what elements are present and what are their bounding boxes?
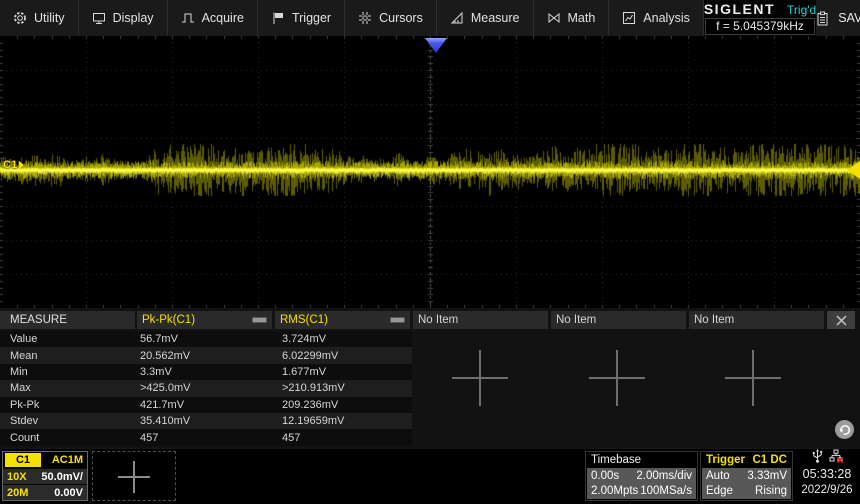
trigger-title: Trigger xyxy=(706,454,745,466)
status-bar: C1 AC1M 10X 50.0mV/ 20M 0.00V Timebase 0… xyxy=(0,448,860,504)
timebase-delay: 0.00s xyxy=(591,469,619,483)
menu-item-math[interactable]: Math xyxy=(534,0,610,36)
set-square-icon xyxy=(450,11,464,25)
trace-offset-arrow-icon xyxy=(19,161,24,169)
measure-close-button[interactable] xyxy=(827,311,855,329)
flag-icon xyxy=(271,11,285,25)
measure-column-5[interactable]: No Item xyxy=(689,311,824,329)
add-measurement-placeholder[interactable] xyxy=(725,350,781,406)
chart-icon xyxy=(622,11,636,25)
menu-item-measure[interactable]: Measure xyxy=(437,0,534,36)
monitor-icon xyxy=(92,11,106,25)
measure-row-min: Min3.3mV1.677mV xyxy=(0,364,412,380)
measure-row-max: Max>425.0mV>210.913mV xyxy=(0,380,412,396)
clipboard-save-icon xyxy=(816,11,829,26)
timebase-memory: 2.00Mpts xyxy=(591,484,638,498)
waveform-display: C1 xyxy=(0,36,860,308)
brand-block: SIGLENT Trig'd f = 5.045379kHz xyxy=(704,0,816,36)
measure-title: MEASURE xyxy=(0,311,135,329)
menu-item-cursors[interactable]: Cursors xyxy=(345,0,437,36)
menu-item-acquire[interactable]: Acquire xyxy=(168,0,258,36)
menu-item-display[interactable]: Display xyxy=(79,0,168,36)
trigger-frequency-readout: f = 5.045379kHz xyxy=(705,18,815,35)
channel-bandwidth: 20M xyxy=(7,487,28,499)
add-measurement-placeholder[interactable] xyxy=(452,350,508,406)
clock-time: 05:33:28 xyxy=(803,466,852,483)
bowtie-icon xyxy=(547,11,561,25)
remove-measurement-button[interactable] xyxy=(252,317,267,323)
trigger-level-value: 3.33mV xyxy=(747,469,787,483)
channel-coupling: AC1M xyxy=(52,454,83,466)
trigger-position-marker[interactable] xyxy=(425,38,447,53)
oscilloscope-screen: UtilityDisplayAcquireTriggerCursorsMeasu… xyxy=(0,0,860,504)
save-button[interactable]: SAVE xyxy=(816,0,860,36)
trigger-status-badge: Trig'd xyxy=(787,3,816,17)
timebase-scale: 2.00ms/div xyxy=(636,469,692,483)
timebase-title: Timebase xyxy=(591,454,641,466)
channel-badge: C1 xyxy=(5,453,41,467)
menu-bar: UtilityDisplayAcquireTriggerCursorsMeasu… xyxy=(0,0,860,36)
add-channel-button[interactable] xyxy=(92,451,176,501)
pulse-icon xyxy=(181,11,195,25)
measure-row-stdev: Stdev35.410mV12.19659mV xyxy=(0,413,412,429)
menu-item-analysis[interactable]: Analysis xyxy=(609,0,704,36)
menu-item-utility[interactable]: Utility xyxy=(0,0,79,36)
trigger-source: C1 DC xyxy=(752,454,787,466)
measure-header-row: MEASURE Pk-Pk(C1)RMS(C1)No ItemNo ItemNo… xyxy=(0,311,860,329)
gear-icon xyxy=(13,11,27,25)
measure-panel: MEASURE Pk-Pk(C1)RMS(C1)No ItemNo ItemNo… xyxy=(0,308,860,448)
lan-disconnected-icon xyxy=(829,449,843,468)
measure-table: Value56.7mV3.724mVMean20.562mV6.02299mVM… xyxy=(0,331,412,446)
close-icon xyxy=(836,315,847,326)
crosshair-icon xyxy=(358,11,372,25)
trigger-level-marker[interactable] xyxy=(847,161,860,179)
channel-probe: 10X xyxy=(7,471,27,483)
plus-icon xyxy=(118,461,150,493)
clock-date: 2022/9/26 xyxy=(801,483,852,498)
measure-column-2[interactable]: RMS(C1) xyxy=(275,311,410,329)
remove-measurement-button[interactable] xyxy=(390,317,405,323)
save-label: SAVE xyxy=(838,11,860,25)
status-clock: 05:33:28 2022/9/26 xyxy=(797,450,857,502)
siglent-logo: SIGLENT xyxy=(704,1,775,17)
waveform-canvas[interactable] xyxy=(0,36,860,308)
channel-trace-label[interactable]: C1 xyxy=(3,159,24,171)
measure-column-1[interactable]: Pk-Pk(C1) xyxy=(137,311,272,329)
trigger-mode: Auto xyxy=(706,469,730,483)
measure-row-pk-pk: Pk-Pk421.7mV209.236mV xyxy=(0,397,412,413)
history-icon[interactable] xyxy=(835,420,854,439)
timebase-box[interactable]: Timebase 0.00s 2.00ms/div 2.00Mpts100MSa/… xyxy=(585,451,698,501)
channel-offset: 0.00V xyxy=(54,487,83,499)
measure-row-value: Value56.7mV3.724mV xyxy=(0,331,412,347)
channel-scale: 50.0mV/ xyxy=(41,471,83,483)
measure-row-count: Count457457 xyxy=(0,429,412,445)
measure-column-4[interactable]: No Item xyxy=(551,311,686,329)
menu-item-trigger[interactable]: Trigger xyxy=(258,0,345,36)
measure-column-3[interactable]: No Item xyxy=(413,311,548,329)
add-measurement-placeholder[interactable] xyxy=(589,350,645,406)
usb-icon xyxy=(812,449,823,468)
measure-row-mean: Mean20.562mV6.02299mV xyxy=(0,347,412,363)
channel-info-box[interactable]: C1 AC1M 10X 50.0mV/ 20M 0.00V xyxy=(2,451,88,501)
trigger-type: Edge xyxy=(706,484,733,498)
trigger-box[interactable]: Trigger C1 DC Auto 3.33mV Edge Rising xyxy=(700,451,793,501)
timebase-sample-rate: 100MSa/s xyxy=(640,484,692,498)
trigger-slope: Rising xyxy=(755,484,787,498)
